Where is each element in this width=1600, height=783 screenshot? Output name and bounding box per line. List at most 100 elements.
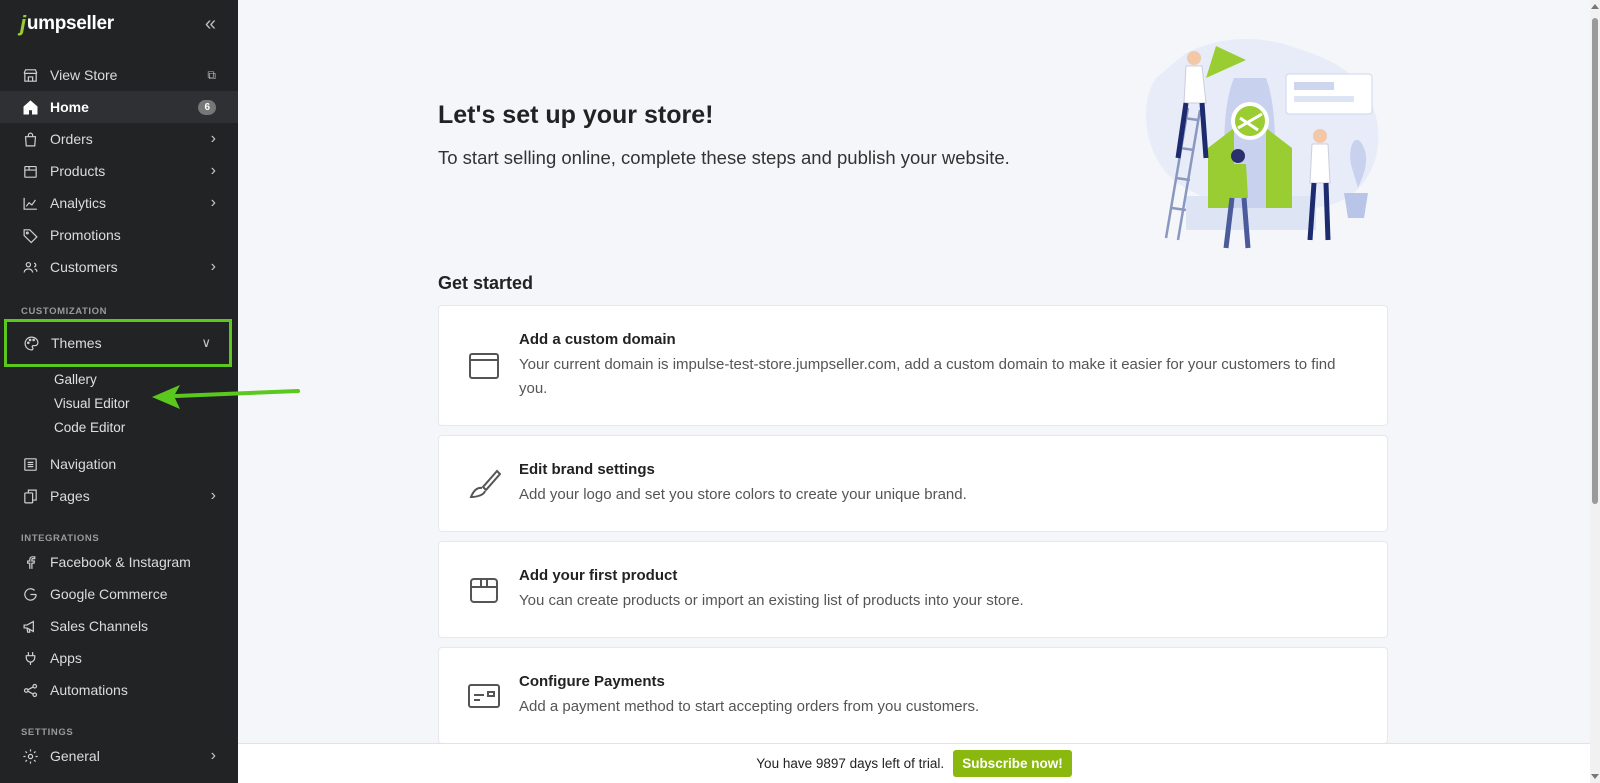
sidebar-item-label: Apps: [50, 650, 82, 666]
setup-card-title: Add a custom domain: [519, 330, 676, 348]
sidebar-item-label: Pages: [50, 488, 90, 504]
nav-customization: Navigation Pages ›: [0, 448, 238, 512]
sidebar-item-home[interactable]: Home 6: [0, 91, 238, 123]
sidebar-item-label: Google Commerce: [50, 586, 168, 602]
main-content: Let's set up your store! To start sellin…: [238, 0, 1590, 783]
page-title: Let's set up your store!: [438, 101, 714, 129]
sidebar-item-label: Home: [50, 99, 89, 115]
home-icon: [21, 98, 39, 116]
palette-icon: [22, 334, 40, 352]
analytics-icon: [21, 194, 39, 212]
chevron-down-icon: ∨: [201, 335, 211, 350]
home-badge: 6: [198, 99, 216, 115]
sidebar-item-analytics[interactable]: Analytics ›: [0, 187, 238, 219]
setup-card-title: Configure Payments: [519, 672, 665, 690]
setup-card-custom-domain[interactable]: Add a custom domain Your current domain …: [438, 305, 1388, 426]
sidebar-item-label: Promotions: [50, 227, 121, 243]
sidebar-item-label: General: [50, 748, 100, 764]
users-icon: [21, 258, 39, 276]
page-scrollbar[interactable]: [1590, 0, 1600, 783]
plug-icon: [21, 649, 39, 667]
setup-card-configure-payments[interactable]: Configure Payments Add a payment method …: [438, 647, 1388, 744]
chevron-right-icon: ›: [210, 258, 216, 275]
sidebar-item-label: Facebook & Instagram: [50, 554, 191, 570]
sidebar-item-label: Analytics: [50, 195, 107, 211]
chevron-right-icon: ›: [210, 130, 216, 147]
sidebar-item-orders[interactable]: Orders ›: [0, 123, 238, 155]
setup-card-description: You can create products or import an exi…: [519, 591, 1024, 609]
sidebar-item-themes[interactable]: Themes ∨: [22, 322, 211, 364]
facebook-icon: [21, 553, 39, 571]
gear-icon: [21, 747, 39, 765]
sidebar-item-label: Products: [50, 163, 106, 179]
store-setup-illustration-icon: [1146, 38, 1379, 249]
orders-icon: [21, 130, 39, 148]
sidebar-item-label: Navigation: [50, 456, 117, 472]
jumpseller-logo[interactable]: j umpseller: [20, 11, 114, 37]
logo-text: umpseller: [26, 13, 114, 34]
google-icon: [21, 585, 39, 603]
paintbrush-icon: [467, 467, 502, 501]
setup-steps-list: Add a custom domain Your current domain …: [438, 305, 1388, 753]
trial-days-text: You have 9897 days left of trial.: [756, 756, 945, 771]
chevron-right-icon: ›: [210, 487, 216, 504]
share-icon: [21, 681, 39, 699]
sidebar-item-promotions[interactable]: Promotions: [0, 219, 238, 251]
setup-card-brand-settings[interactable]: Edit brand settings Add your logo and se…: [438, 435, 1388, 532]
list-icon: [21, 455, 39, 473]
nav-main: View Store ⧉ Home 6 Orders › Products › …: [0, 59, 238, 283]
setup-card-description: Your current domain is impulse-test-stor…: [519, 355, 1336, 397]
sidebar-item-automations[interactable]: Automations: [0, 674, 238, 706]
section-title-get-started: Get started: [438, 273, 534, 293]
setup-card-description: Add your logo and set you store colors t…: [519, 485, 967, 503]
credit-card-icon: [467, 679, 501, 713]
sidebar-item-general[interactable]: General ›: [0, 740, 238, 772]
subscribe-now-button[interactable]: Subscribe now!: [953, 750, 1072, 777]
chevron-right-icon: ›: [210, 194, 216, 211]
sidebar-item-label: Themes: [51, 335, 102, 351]
nav-integrations: Facebook & Instagram Google Commerce Sal…: [0, 546, 238, 706]
sidebar-header: j umpseller «: [0, 0, 238, 48]
sidebar-item-view-store[interactable]: View Store ⧉: [0, 59, 238, 91]
tag-icon: [21, 226, 39, 244]
sidebar-item-label: Orders: [50, 131, 93, 147]
scroll-down-icon[interactable]: [1591, 774, 1599, 779]
setup-card-first-product[interactable]: Add your first product You can create pr…: [438, 541, 1388, 638]
themes-highlight-box: Themes ∨: [4, 319, 232, 367]
setup-card-description: Add a payment method to start accepting …: [519, 697, 980, 715]
megaphone-icon: [21, 617, 39, 635]
sidebar-item-products[interactable]: Products ›: [0, 155, 238, 187]
sidebar-item-google-commerce[interactable]: Google Commerce: [0, 578, 238, 610]
sidebar-item-label: Automations: [50, 682, 128, 698]
chevron-right-icon: ›: [210, 747, 216, 764]
sidebar-item-customers[interactable]: Customers ›: [0, 251, 238, 283]
sidebar-item-apps[interactable]: Apps: [0, 642, 238, 674]
box-icon: [467, 573, 501, 607]
sidebar-item-label: View Store: [50, 67, 118, 83]
sidebar-item-pages[interactable]: Pages ›: [0, 480, 238, 512]
external-link-icon: ⧉: [207, 67, 216, 82]
setup-card-title: Add your first product: [519, 566, 678, 584]
section-label-integrations: INTEGRATIONS: [21, 533, 100, 544]
setup-card-title: Edit brand settings: [519, 460, 655, 478]
section-label-settings: SETTINGS: [21, 727, 74, 738]
sidebar-item-label: Sales Channels: [50, 618, 149, 634]
sidebar-item-sales-channels[interactable]: Sales Channels: [0, 610, 238, 642]
logo-mark: j: [20, 11, 26, 36]
sidebar-item-navigation[interactable]: Navigation: [0, 448, 238, 480]
products-icon: [21, 162, 39, 180]
scroll-up-icon[interactable]: [1591, 4, 1599, 9]
sidebar-item-label: Customers: [50, 259, 118, 275]
scrollbar-thumb[interactable]: [1592, 18, 1598, 504]
section-label-customization: CUSTOMIZATION: [21, 306, 108, 317]
trial-bar: You have 9897 days left of trial. Subscr…: [238, 743, 1590, 783]
browser-window-icon: [467, 349, 501, 383]
store-icon: [21, 66, 39, 84]
pages-icon: [21, 487, 39, 505]
page-subtitle: To start selling online, complete these …: [438, 147, 1010, 168]
nav-settings: General ›: [0, 740, 238, 772]
sidebar-subitem-code-editor[interactable]: Code Editor: [0, 415, 238, 439]
sidebar-item-facebook-instagram[interactable]: Facebook & Instagram: [0, 546, 238, 578]
chevron-right-icon: ›: [210, 162, 216, 179]
collapse-sidebar-icon[interactable]: «: [205, 13, 216, 36]
